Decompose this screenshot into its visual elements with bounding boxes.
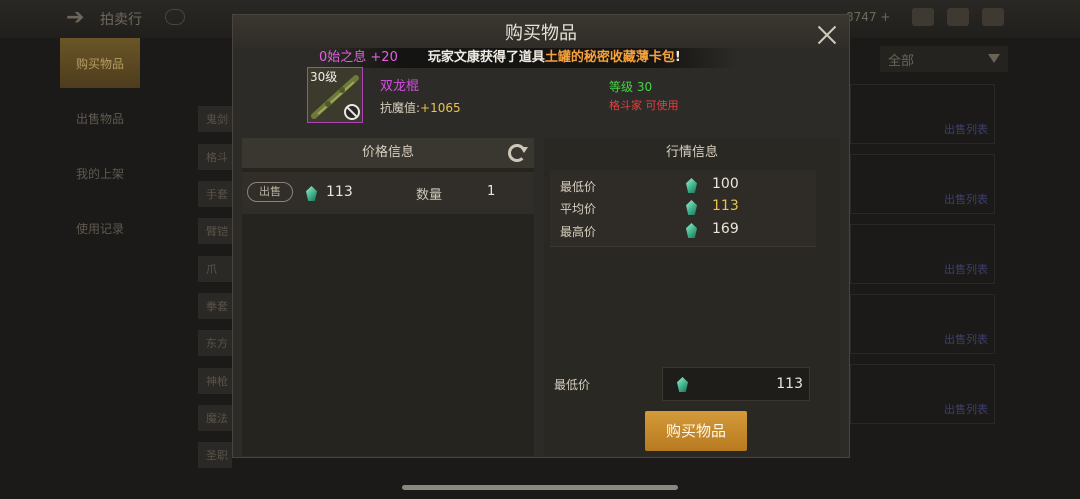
ticker-prefix: 0始之息 +20	[319, 50, 398, 65]
currency-display: 8747 +	[846, 10, 891, 24]
nav-item-history[interactable]: 使用记录	[60, 203, 140, 253]
min-price-label: 最低价	[554, 378, 591, 392]
mail-icon[interactable]	[947, 8, 969, 26]
market-info-panel: 行情信息 最低价 100 平均价 113 最高价 169 最低价 113 购买物…	[544, 138, 840, 456]
close-icon[interactable]	[815, 23, 839, 47]
filter-label: 全部	[888, 53, 915, 69]
buy-item-dialog: 购买物品 0始之息 +20 玩家文康获得了道具土罐的秘密收藏薄卡包! 30级 双龙…	[232, 14, 850, 458]
listing-row[interactable]: 出售列表	[850, 364, 995, 424]
chat-icon[interactable]	[982, 8, 1004, 26]
sell-list-link[interactable]: 出售列表	[944, 121, 988, 137]
quantity-value: 1	[487, 184, 496, 199]
highest-price-value: 169	[712, 221, 739, 237]
nav-item-sell[interactable]: 出售物品	[60, 93, 140, 143]
item-slot[interactable]: 30级	[307, 67, 363, 123]
dialog-header: 购买物品	[233, 15, 849, 49]
min-price-input[interactable]: 113	[662, 367, 810, 401]
nav-item-buy[interactable]: 购买物品	[60, 38, 140, 88]
gem-currency-icon	[686, 223, 697, 238]
gem-currency-icon	[677, 377, 688, 392]
average-price-label: 平均价	[560, 202, 597, 216]
price-info-title: 价格信息	[361, 145, 414, 160]
price-info-panel: 价格信息 出售 113 数量 1	[242, 138, 534, 456]
market-stats: 最低价 100 平均价 113 最高价 169	[550, 170, 816, 247]
listing-row[interactable]: 出售列表	[850, 84, 995, 144]
category-item[interactable]: 格斗	[198, 144, 232, 170]
class-filter-dropdown[interactable]: 全部	[880, 46, 1008, 72]
category-item[interactable]: 圣职	[198, 442, 232, 468]
category-item[interactable]: 爪	[198, 256, 232, 282]
category-item[interactable]: 东方	[198, 330, 232, 356]
category-item[interactable]: 神枪	[198, 368, 232, 394]
item-class-requirement: 格斗家 可使用	[609, 99, 679, 112]
item-stat-value: +1065	[420, 101, 461, 115]
bag-icon[interactable]	[912, 8, 934, 26]
category-item[interactable]: 魔法	[198, 405, 232, 431]
market-info-title: 行情信息	[665, 145, 718, 160]
home-indicator[interactable]	[402, 485, 678, 490]
sell-badge: 出售	[247, 182, 293, 202]
announcement-ticker: 0始之息 +20 玩家文康获得了道具土罐的秘密收藏薄卡包!	[319, 48, 739, 68]
price-info-header: 价格信息	[242, 138, 534, 168]
lowest-price-label: 最低价	[560, 180, 597, 194]
ticker-player-text: 玩家文康获得了道具	[427, 50, 545, 65]
min-price-value: 113	[776, 376, 803, 392]
back-arrow-icon[interactable]: ➔	[66, 6, 90, 30]
refresh-icon[interactable]	[508, 144, 528, 162]
ticker-suffix: !	[674, 50, 681, 65]
sell-list-link[interactable]: 出售列表	[944, 191, 988, 207]
chevron-down-icon	[988, 54, 1000, 63]
sell-list-link[interactable]: 出售列表	[944, 401, 988, 417]
item-level-badge: 30级	[310, 70, 338, 84]
listing-row[interactable]: 出售 113 数量 1	[242, 172, 534, 214]
nav-item-my-listings[interactable]: 我的上架	[60, 148, 140, 198]
buy-item-button[interactable]: 购买物品	[645, 411, 747, 451]
average-price-value: 113	[712, 198, 739, 214]
listing-row[interactable]: 出售列表	[850, 224, 995, 284]
ticker-item-text: 土罐的秘密收藏薄卡包	[544, 50, 675, 65]
item-stat-label: 抗魔值:	[380, 101, 421, 115]
category-item[interactable]: 拳套	[198, 293, 232, 319]
category-item[interactable]: 手套	[198, 181, 232, 207]
category-item[interactable]: 臂铠	[198, 218, 232, 244]
listing-price: 113	[326, 184, 353, 200]
item-stat: 抗魔值:+1065	[380, 99, 461, 116]
untradeable-icon	[344, 104, 360, 120]
listing-row[interactable]: 出售列表	[850, 154, 995, 214]
listing-row[interactable]: 出售列表	[850, 294, 995, 354]
sell-list-link[interactable]: 出售列表	[944, 261, 988, 277]
gem-currency-icon	[686, 178, 697, 193]
item-name: 双龙棍	[380, 79, 420, 94]
category-item[interactable]: 鬼剑	[198, 106, 232, 132]
quantity-label: 数量	[416, 188, 443, 203]
auction-side-nav: 购买物品 出售物品 我的上架 使用记录	[60, 38, 140, 499]
gem-currency-icon	[306, 186, 317, 201]
gem-currency-icon	[686, 200, 697, 215]
sell-list-link[interactable]: 出售列表	[944, 331, 988, 347]
highest-price-label: 最高价	[560, 225, 597, 239]
item-level-requirement: 等级 30	[609, 80, 653, 94]
eye-icon[interactable]	[165, 9, 185, 25]
lowest-price-value: 100	[712, 176, 739, 192]
background-page-title: 拍卖行	[100, 12, 142, 28]
